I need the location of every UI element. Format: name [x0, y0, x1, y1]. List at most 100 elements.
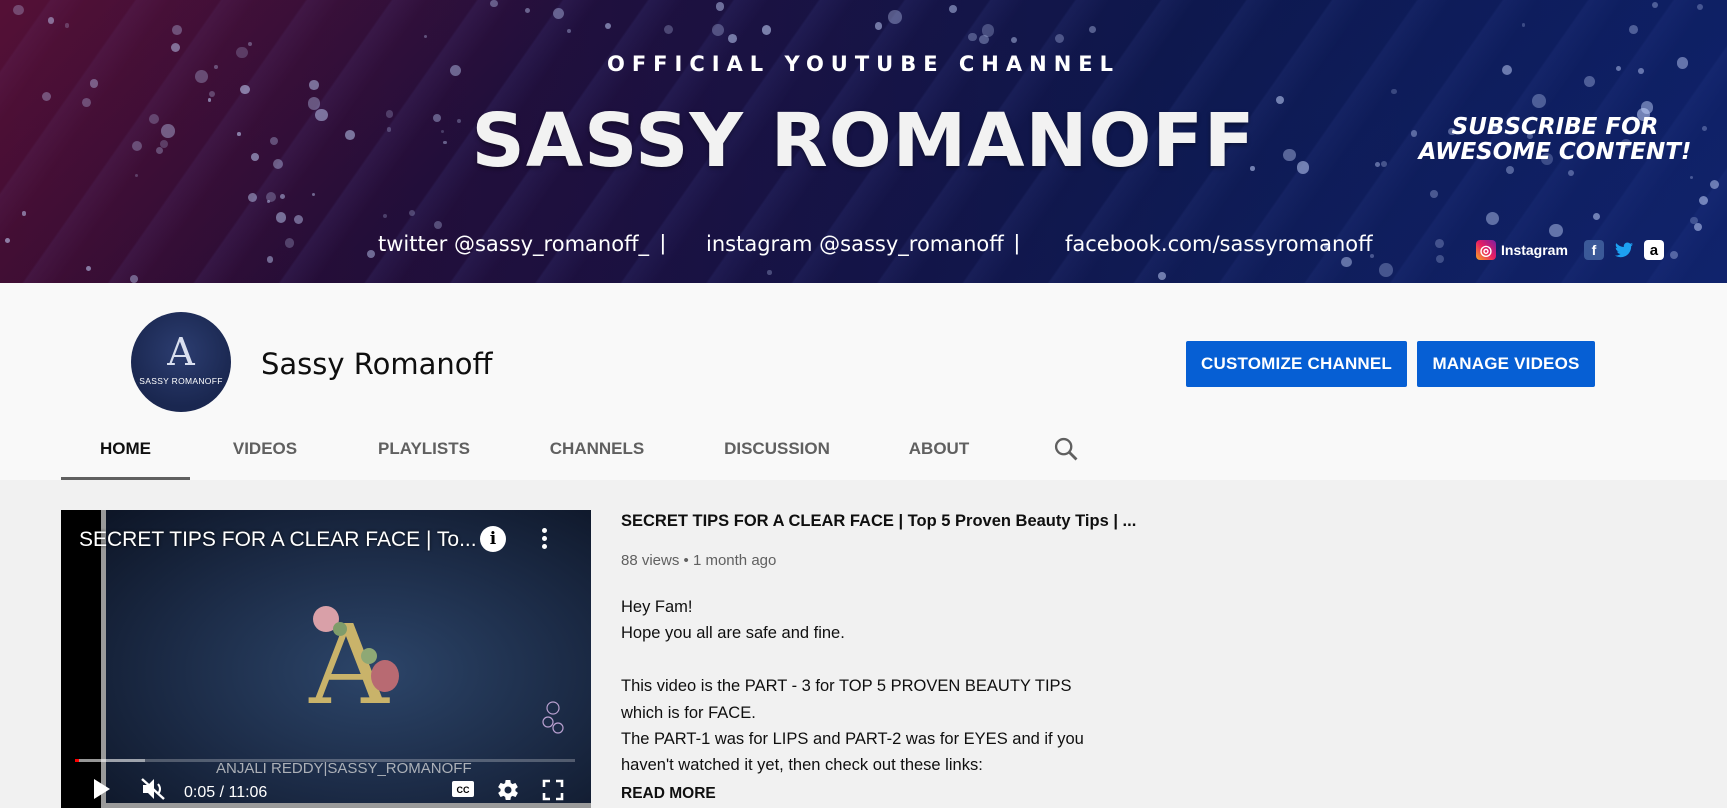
sparkle-decoration	[1430, 190, 1438, 198]
banner-separator: |	[1014, 230, 1020, 255]
progress-played	[75, 759, 79, 762]
sparkle-decoration	[434, 221, 443, 230]
leaf-decoration	[361, 648, 377, 664]
sparkle-decoration	[1434, 238, 1444, 248]
progress-bar[interactable]	[75, 759, 575, 762]
instagram-link[interactable]: ◎ Instagram	[1476, 240, 1568, 260]
sparkle-decoration	[5, 238, 10, 243]
fullscreen-icon[interactable]	[541, 778, 565, 807]
sparkle-decoration	[1158, 271, 1166, 280]
sparkle-decoration	[1699, 196, 1709, 206]
sparkle-decoration	[64, 23, 70, 28]
description-line: which is for FACE.	[621, 703, 756, 722]
featured-video-player[interactable]: A SECRET TIPS FOR A CLEAR FACE | To... i…	[61, 510, 591, 808]
description-line	[621, 647, 1141, 673]
sparkle-decoration	[1583, 75, 1595, 87]
channel-banner: OFFICIAL YOUTUBE CHANNEL SASSY ROMANOFF …	[0, 0, 1727, 283]
player-controls: 0:05 / 11:06 CC	[61, 772, 591, 808]
facebook-icon[interactable]: f	[1583, 240, 1604, 260]
sparkle-decoration	[663, 24, 674, 35]
avatar-text: SASSY ROMANOFF	[139, 376, 223, 386]
sparkle-decoration	[1651, 1, 1658, 8]
info-icon[interactable]: i	[480, 526, 506, 552]
play-icon[interactable]	[89, 776, 113, 807]
channel-header: A SASSY ROMANOFF Sassy Romanoff CUSTOMIZ…	[0, 283, 1727, 480]
banner-links: ◎ Instagram f a	[1476, 236, 1664, 264]
tab-channels[interactable]: CHANNELS	[536, 418, 658, 480]
cc-label: CC	[457, 785, 470, 795]
banner-instagram: instagram @sassy_romanoff	[706, 232, 1004, 256]
sparkle-decoration	[1670, 250, 1679, 259]
sparkle-decoration	[13, 5, 24, 16]
twitter-icon[interactable]	[1614, 240, 1634, 260]
sparkle-decoration	[1628, 25, 1638, 35]
sparkle-decoration	[552, 8, 564, 20]
sparkle-decoration	[1011, 37, 1018, 44]
banner-promo: SUBSCRIBE FOR AWESOME CONTENT!	[1418, 114, 1692, 165]
instagram-icon: ◎	[1476, 240, 1496, 260]
sparkle-decoration	[604, 22, 612, 30]
customize-channel-button[interactable]: CUSTOMIZE CHANNEL	[1186, 341, 1407, 387]
banner-facebook: facebook.com/sassyromanoff	[1065, 232, 1373, 256]
leaf-decoration	[333, 622, 347, 636]
channel-avatar[interactable]: A SASSY ROMANOFF	[131, 312, 231, 412]
progress-loaded	[75, 759, 145, 762]
mute-icon[interactable]	[139, 776, 169, 807]
sparkle-decoration	[874, 22, 883, 31]
description-line: This video is the PART - 3 for TOP 5 PRO…	[621, 677, 1072, 696]
sparkle-decoration	[711, 24, 724, 37]
sparkle-decoration	[240, 84, 250, 95]
flower-decoration	[371, 660, 399, 692]
sparkle-decoration	[86, 265, 92, 271]
sparkle-decoration	[279, 194, 286, 200]
sparkle-decoration	[1435, 254, 1444, 263]
player-title[interactable]: SECRET TIPS FOR A CLEAR FACE | To...	[79, 528, 539, 552]
sparkle-decoration	[311, 192, 316, 197]
sparkle-decoration	[366, 249, 376, 259]
sparkle-decoration	[266, 200, 270, 204]
featured-video-description: Hey Fam! Hope you all are safe and fine.…	[621, 594, 1141, 779]
instagram-link-label: Instagram	[1501, 242, 1568, 258]
description-line: Hey Fam!	[621, 598, 693, 616]
tab-about[interactable]: ABOUT	[893, 418, 985, 480]
sparkle-decoration	[1485, 211, 1500, 225]
manage-videos-button[interactable]: MANAGE VIDEOS	[1417, 341, 1595, 387]
description-line: Hope you all are safe and fine.	[621, 624, 845, 643]
sparkle-decoration	[130, 275, 139, 283]
sparkle-decoration	[1341, 256, 1352, 267]
sparkle-decoration	[1055, 33, 1065, 43]
sparkle-decoration	[89, 79, 99, 88]
search-icon[interactable]	[1052, 435, 1080, 463]
description-line: haven't watched it yet, then check out t…	[621, 756, 983, 775]
banner-twitter: twitter @sassy_romanoff_	[378, 232, 650, 256]
featured-video-title[interactable]: SECRET TIPS FOR A CLEAR FACE | Top 5 Pro…	[621, 512, 1141, 531]
sparkle-decoration	[767, 270, 772, 275]
more-vert-icon[interactable]	[539, 526, 549, 552]
sparkle-decoration	[888, 9, 902, 24]
tab-playlists[interactable]: PLAYLISTS	[364, 418, 484, 480]
sparkle-decoration	[728, 34, 737, 43]
tab-home[interactable]: HOME	[61, 418, 190, 480]
banner-subtitle: OFFICIAL YOUTUBE CHANNEL	[606, 52, 1121, 76]
channel-name: Sassy Romanoff	[261, 347, 493, 381]
sparkle-decoration	[22, 211, 27, 216]
sparkle-decoration	[1521, 23, 1526, 28]
amazon-icon[interactable]: a	[1643, 240, 1664, 260]
featured-video-meta: 88 views • 1 month ago	[621, 552, 777, 569]
sparkle-decoration	[968, 32, 977, 42]
side-logo-icon	[539, 698, 567, 742]
sparkle-decoration	[1693, 222, 1703, 232]
sparkle-decoration	[309, 80, 319, 90]
read-more-button[interactable]: READ MORE	[621, 785, 716, 803]
sparkle-decoration	[1549, 223, 1563, 237]
sparkle-decoration	[284, 237, 295, 248]
closed-captions-icon[interactable]: CC	[451, 780, 475, 803]
settings-gear-icon[interactable]	[496, 778, 520, 807]
sparkle-decoration	[293, 214, 304, 225]
tab-videos[interactable]: VIDEOS	[204, 418, 326, 480]
tab-discussion[interactable]: DISCUSSION	[712, 418, 842, 480]
sparkle-decoration	[1088, 25, 1096, 33]
sparkle-decoration	[267, 256, 274, 263]
sparkle-decoration	[248, 41, 253, 46]
sparkle-decoration	[981, 24, 995, 37]
